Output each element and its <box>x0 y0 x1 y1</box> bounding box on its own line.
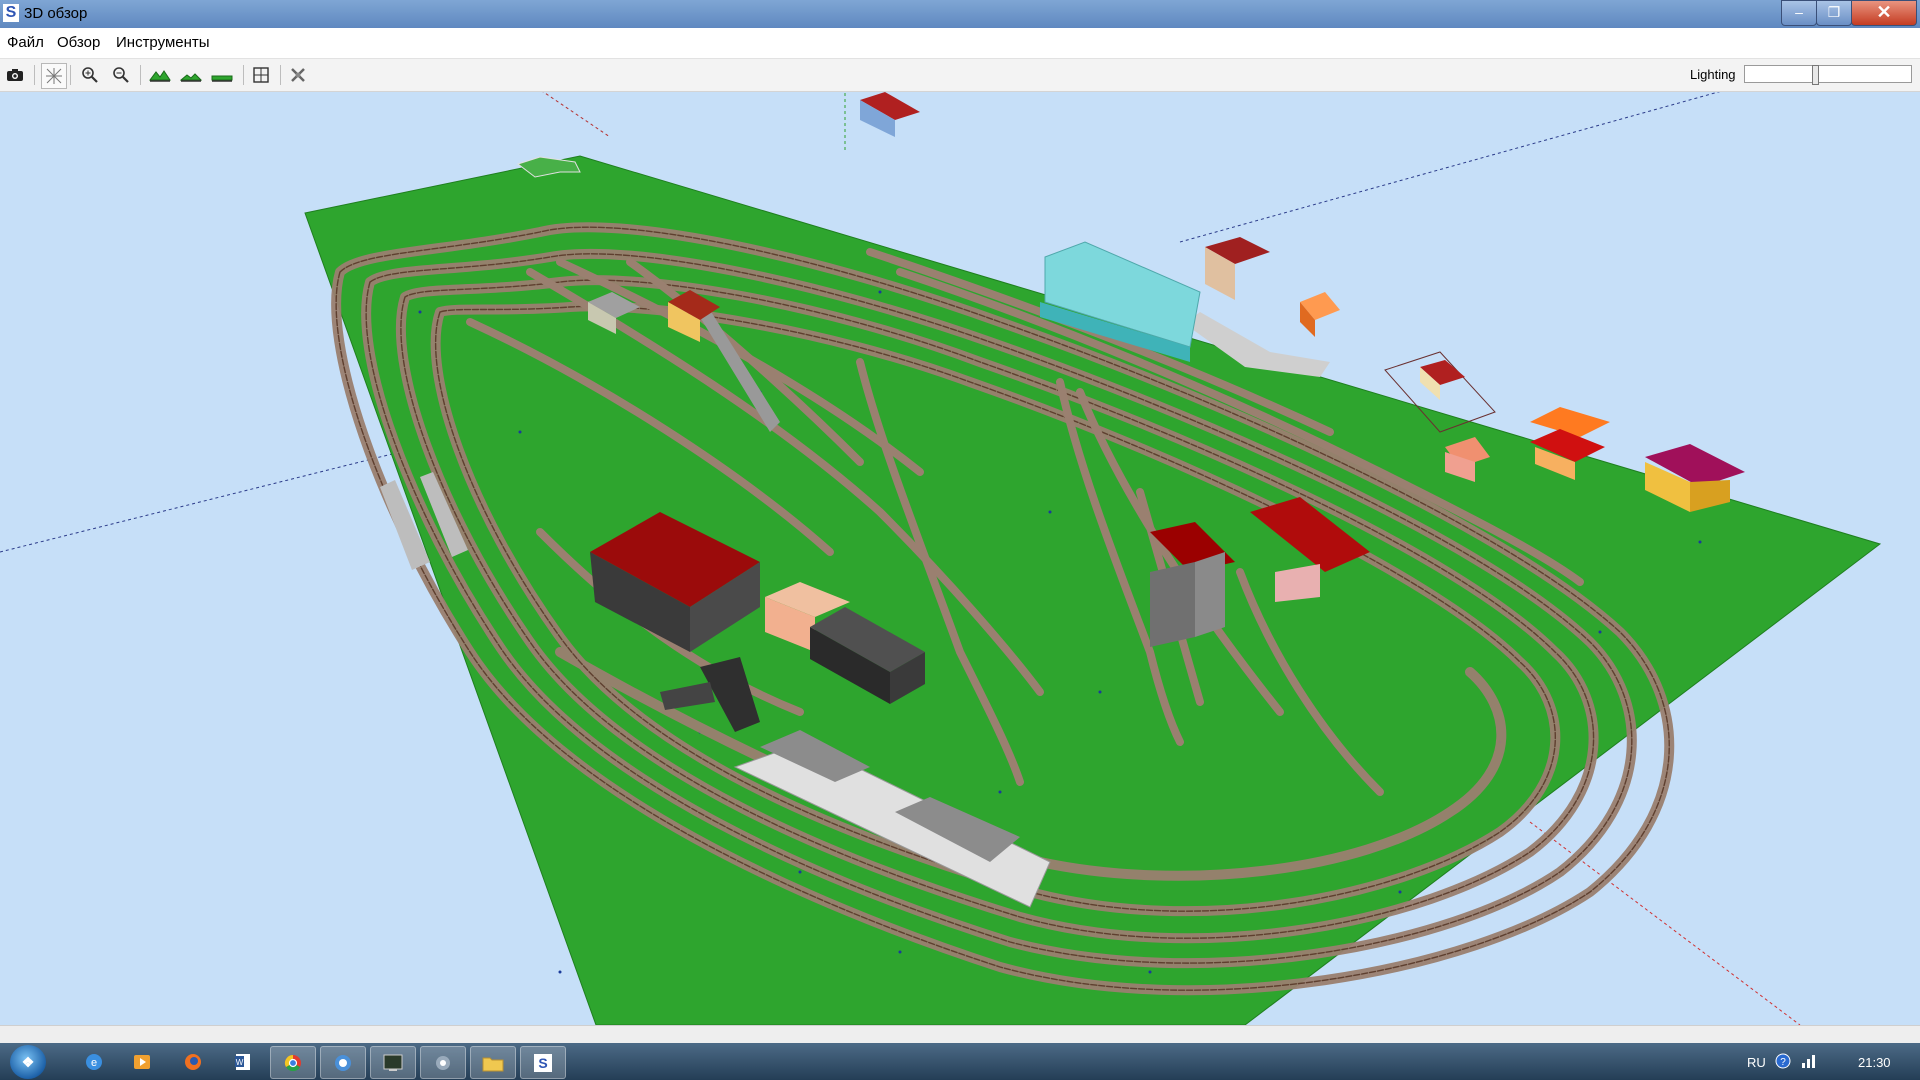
camera-icon[interactable] <box>3 63 27 87</box>
menu-file[interactable]: Файл <box>7 34 44 51</box>
grid-icon[interactable] <box>249 63 273 87</box>
app-icon[interactable] <box>320 1046 366 1079</box>
axis-line-red <box>542 92 611 138</box>
close-button[interactable]: ✕ <box>1851 0 1917 26</box>
media-player-icon[interactable] <box>120 1046 164 1077</box>
settings-icon[interactable] <box>286 63 310 87</box>
clock[interactable]: 21:30 <box>1858 1055 1891 1070</box>
ie-icon[interactable]: e <box>72 1046 116 1077</box>
window-title: 3D обзор <box>24 5 88 22</box>
toolbar: Lighting <box>0 59 1920 92</box>
layout-3d-scene[interactable] <box>0 92 1920 1025</box>
axis-line-blue <box>1179 92 1721 243</box>
lighting-slider-thumb[interactable] <box>1812 65 1819 85</box>
house-blue-roof <box>860 92 920 137</box>
axis-line-blue <box>0 451 401 553</box>
status-bar <box>0 1025 1920 1044</box>
svg-text:?: ? <box>1780 1057 1786 1068</box>
app-logo-icon: S <box>3 4 19 22</box>
svg-text:e: e <box>91 1057 97 1069</box>
taskbar: ❖ e W S RU ? 21:30 <box>0 1043 1920 1080</box>
title-bar: S 3D обзор – ❐ ✕ <box>0 0 1920 28</box>
3d-viewport[interactable] <box>0 92 1920 1025</box>
terrain-high-icon[interactable] <box>148 63 172 87</box>
terrain-medium-icon[interactable] <box>179 63 203 87</box>
chrome-icon[interactable] <box>270 1046 316 1079</box>
svg-text:W: W <box>236 1058 244 1067</box>
language-indicator[interactable]: RU <box>1747 1055 1766 1070</box>
toolbar-separator <box>140 65 141 85</box>
network-tray-icon[interactable] <box>1800 1053 1816 1072</box>
toolbar-separator <box>70 65 71 85</box>
maximize-button[interactable]: ❐ <box>1816 0 1852 26</box>
zoom-out-icon[interactable] <box>109 63 133 87</box>
axis-line-red <box>1529 821 1801 1025</box>
word-icon[interactable]: W <box>221 1046 265 1077</box>
toolbar-separator <box>34 65 35 85</box>
tool-icon[interactable] <box>420 1046 466 1079</box>
menu-view[interactable]: Обзор <box>57 34 100 51</box>
start-button[interactable]: ❖ <box>10 1045 46 1079</box>
folder-icon[interactable] <box>470 1046 516 1079</box>
zoom-in-icon[interactable] <box>78 63 102 87</box>
menu-bar: Файл Обзор Инструменты <box>0 28 1920 59</box>
lighting-label: Lighting <box>1690 67 1736 82</box>
menu-tools[interactable]: Инструменты <box>116 34 210 51</box>
axes-icon[interactable] <box>41 63 67 89</box>
house-red-1 <box>1205 237 1270 300</box>
minimize-button[interactable]: – <box>1781 0 1817 26</box>
svg-text:S: S <box>538 1055 547 1071</box>
terminal-icon[interactable] <box>370 1046 416 1079</box>
toolbar-separator <box>280 65 281 85</box>
house-orange <box>1300 292 1340 337</box>
toolbar-separator <box>243 65 244 85</box>
scarm-icon[interactable]: S <box>520 1046 566 1079</box>
lighting-slider[interactable] <box>1744 65 1912 85</box>
terrain-flat-icon[interactable] <box>210 63 234 87</box>
firefox-icon[interactable] <box>171 1046 215 1077</box>
help-tray-icon[interactable]: ? <box>1775 1053 1791 1072</box>
